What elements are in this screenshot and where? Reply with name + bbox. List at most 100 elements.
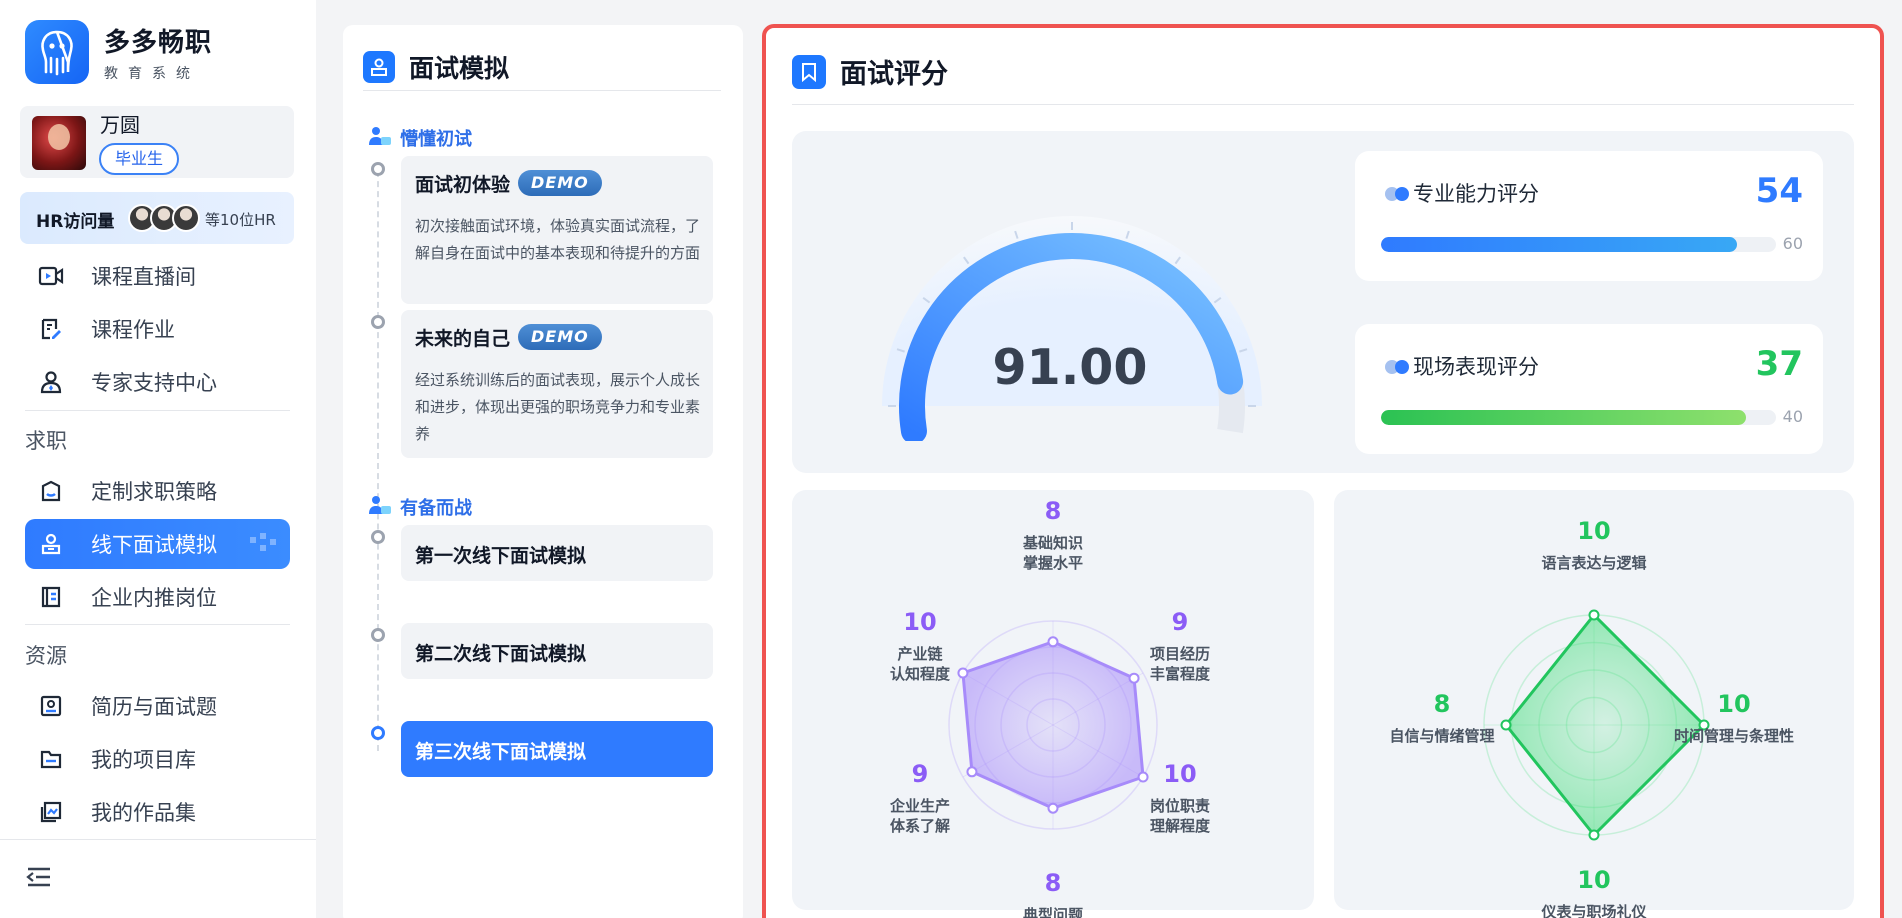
- radar-axis-score: 8: [1433, 690, 1451, 718]
- radar-area: [961, 640, 1145, 810]
- hr-visits-card[interactable]: HR访问量 等10位HR: [20, 192, 294, 244]
- nav-label: 我的项目库: [91, 748, 196, 772]
- radar-axis-score: 8: [1044, 869, 1062, 897]
- nav-label: 企业内推岗位: [91, 586, 217, 610]
- card-title: 第三次线下面试模拟: [415, 741, 587, 763]
- radar-axis-label: 企业生产 体系了解: [889, 797, 950, 835]
- radar-axis-label: 仪表与职场礼仪: [1541, 903, 1647, 918]
- panel-title: 面试评分: [840, 59, 948, 90]
- pixel-decoration-icon: [250, 533, 276, 551]
- interview-item-2[interactable]: 第二次线下面试模拟: [401, 623, 713, 679]
- nav-item-resume-questions[interactable]: 简历与面试题: [25, 681, 290, 731]
- card-title: 未来的自己: [415, 328, 511, 350]
- divider: [25, 624, 290, 625]
- demo-card-future-self[interactable]: 未来的自己 DEMO 经过系统训练后的面试表现，展示个人成长和进步，体现出更强的…: [401, 310, 713, 458]
- professional-score-card: 专业能力评分 54 60: [1355, 151, 1823, 281]
- strategy-icon: [25, 479, 77, 503]
- homework-icon: [25, 317, 77, 341]
- divider: [25, 410, 290, 411]
- section-title-job: 求职: [25, 429, 67, 453]
- radar-point: [1047, 636, 1059, 648]
- stage-header: 有备而战: [368, 494, 472, 520]
- brand[interactable]: 多多畅职 教育系统: [25, 20, 212, 84]
- timeline-dot: [371, 530, 385, 544]
- radar-axis-score: 10: [1577, 866, 1611, 894]
- demo-badge: DEMO: [518, 324, 602, 350]
- octopus-logo-icon: [25, 20, 89, 84]
- bookmark-icon: [792, 54, 826, 89]
- stage-label: 有备而战: [400, 498, 472, 519]
- nav-label: 我的作品集: [91, 801, 196, 825]
- radar-axis-label: 语言表达与逻辑: [1541, 554, 1647, 572]
- nav-item-job-strategy[interactable]: 定制求职策略: [25, 466, 290, 516]
- radar-axis-score: 10: [1163, 760, 1197, 788]
- progress-track: [1381, 237, 1776, 252]
- radar-axis-score: 10: [903, 608, 937, 636]
- nav-item-portfolio[interactable]: 我的作品集: [25, 787, 290, 837]
- metric-max: 60: [1782, 234, 1803, 253]
- nav-item-live-classroom[interactable]: 课程直播间: [25, 251, 290, 301]
- folder-icon: [25, 747, 77, 771]
- radar-point: [1588, 829, 1600, 841]
- brand-subtitle: 教育系统: [104, 65, 200, 82]
- user-stage-icon: [368, 494, 392, 520]
- nav-item-offline-interview[interactable]: 线下面试模拟: [25, 519, 290, 569]
- nav-item-homework[interactable]: 课程作业: [25, 304, 290, 354]
- radar-axis-label: 自信与情绪管理: [1389, 727, 1495, 745]
- expert-icon: [25, 370, 77, 394]
- nav-label: 简历与面试题: [91, 695, 217, 719]
- radar-axis-label: 岗位职责 理解程度: [1149, 797, 1210, 835]
- interview-score-panel: 面试评分 91.00 专业能力评分 54 60 现场表现评分 37 40 8 基: [762, 24, 1884, 918]
- user-stage-icon: [368, 125, 392, 151]
- hr-visits-title: HR访问量: [36, 212, 115, 232]
- score-summary: 91.00 专业能力评分 54 60 现场表现评分 37 40: [792, 131, 1854, 473]
- nav-label: 专家支持中心: [91, 371, 217, 395]
- demo-card-first-experience[interactable]: 面试初体验 DEMO 初次接触面试环境，体验真实面试流程，了解自身在面试中的基本…: [401, 156, 713, 304]
- radar-axis-score: 10: [1577, 517, 1611, 545]
- user-card[interactable]: 万圆 毕业生: [20, 106, 294, 178]
- card-title: 第一次线下面试模拟: [415, 545, 587, 567]
- radar-axis-label: 产业链 认知程度: [889, 645, 950, 683]
- user-name: 万圆: [100, 113, 140, 137]
- radar-area: [1504, 613, 1706, 837]
- divider: [0, 839, 316, 840]
- interview-icon: [363, 51, 395, 83]
- radar-axis-score: 9: [911, 760, 929, 788]
- nav-item-expert-center[interactable]: 专家支持中心: [25, 357, 290, 407]
- radar-axis-label: 项目经历 丰富程度: [1149, 645, 1210, 683]
- total-score-gauge: [882, 216, 1262, 441]
- stage-header: 懵懂初试: [368, 125, 472, 151]
- radar-point: [1588, 609, 1600, 621]
- interview-item-1[interactable]: 第一次线下面试模拟: [401, 525, 713, 581]
- professional-radar-chart: 8 基础知识 掌握水平 9 项目经历 丰富程度 10 岗位职责 理解程度 8 典型问题…: [792, 490, 1314, 918]
- divider: [363, 90, 721, 91]
- interview-item-3[interactable]: 第三次线下面试模拟: [401, 721, 713, 777]
- total-score-value: 91.00: [992, 339, 1148, 396]
- onsite-score-card: 现场表现评分 37 40: [1355, 324, 1823, 454]
- timeline-dot: [371, 162, 385, 176]
- nav-label: 定制求职策略: [91, 480, 217, 504]
- avatar[interactable]: [32, 116, 86, 170]
- nav-item-project-library[interactable]: 我的项目库: [25, 734, 290, 784]
- mock-interview-panel: 面试模拟 懵懂初试 面试初体验 DEMO 初次接触面试环境，体验真实面试流程，了…: [343, 25, 743, 918]
- progress-track: [1381, 410, 1776, 425]
- timeline-dot: [371, 315, 385, 329]
- sidebar: 多多畅职 教育系统 万圆 毕业生 HR访问量 等10位HR 课程直播间 课程作业: [0, 0, 316, 918]
- progress-fill: [1381, 410, 1747, 425]
- stage-label: 懵懂初试: [400, 129, 472, 150]
- nav-item-internal-referral[interactable]: 企业内推岗位: [25, 572, 290, 622]
- hr-visits-count: 等10位HR: [205, 211, 276, 229]
- metric-label: 现场表现评分: [1413, 355, 1539, 379]
- user-status-badge: 毕业生: [99, 143, 180, 175]
- radar-axis-score: 8: [1044, 497, 1062, 525]
- referral-icon: [25, 585, 77, 609]
- demo-badge: DEMO: [518, 170, 602, 196]
- radar-axis-label: 时间管理与条理性: [1673, 727, 1794, 745]
- metric-score: 54: [1755, 171, 1803, 211]
- collapse-menu-icon[interactable]: [26, 866, 52, 892]
- interview-icon: [25, 532, 77, 556]
- progress-fill: [1381, 237, 1737, 252]
- resume-icon: [25, 694, 77, 718]
- dots-icon: [1385, 360, 1409, 374]
- radar-axis-score: 10: [1717, 690, 1751, 718]
